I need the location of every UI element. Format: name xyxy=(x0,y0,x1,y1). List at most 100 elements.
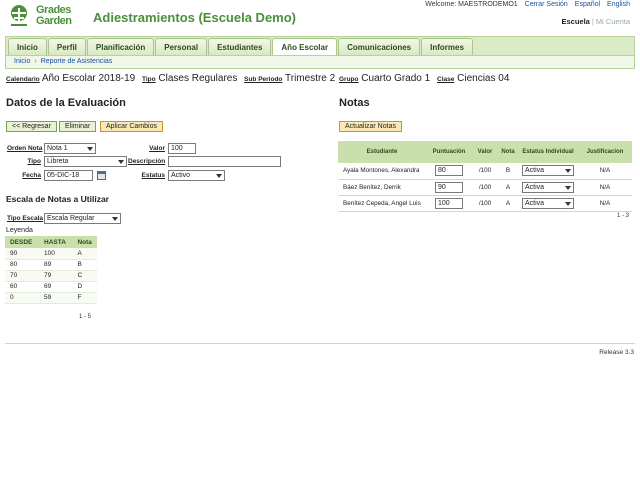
individual-status-select[interactable]: Activa xyxy=(522,197,574,209)
scale-from: 90 xyxy=(5,248,40,260)
scale-grade: D xyxy=(72,281,97,293)
scale-grade: C xyxy=(72,270,97,282)
my-account-link[interactable]: Mi Cuenta xyxy=(596,17,630,26)
table-row: Benítez Cepeda, Angel Luis 100 /100 A Ac… xyxy=(338,195,632,212)
breadcrumb-current[interactable]: Reporte de Asistencias xyxy=(41,58,113,65)
table-row: Ayala Montones, Alexandra 80 /100 B Acti… xyxy=(338,163,632,180)
tab-personal[interactable]: Personal xyxy=(155,38,208,56)
date-input[interactable]: 05-DIC-18 xyxy=(44,170,93,181)
student-grade: B xyxy=(498,163,518,180)
top-links: Welcome: MAESTRODEMO1 Cerrar Sesión Espa… xyxy=(420,1,630,8)
table-row: 0 59 F xyxy=(5,292,97,304)
value-input[interactable]: 100 xyxy=(168,143,196,154)
table-row: 80 89 B xyxy=(5,259,97,271)
value-label: Valor xyxy=(149,145,165,152)
student-grade: A xyxy=(498,179,518,196)
welcome-text: Welcome: MAESTRODEMO1 xyxy=(425,1,518,8)
school-view-link[interactable]: Escuela xyxy=(562,17,590,26)
update-grades-button[interactable]: Actualizar Notas xyxy=(339,121,402,132)
breadcrumb-arrow-icon: › xyxy=(34,58,37,65)
logo-text-garden: Garden xyxy=(36,15,72,27)
grade-scale-table: DESDE HASTA Nota 90 100 A 80 89 B 70 79 C 60 69… xyxy=(5,236,97,304)
scale-to: 69 xyxy=(39,281,73,293)
status-label: Estatus xyxy=(141,172,165,179)
tab-informes[interactable]: Informes xyxy=(421,38,473,56)
back-button[interactable]: << Regresar xyxy=(6,121,57,132)
individual-status-select[interactable]: Activa xyxy=(522,165,574,177)
justification: N/A xyxy=(578,195,632,212)
scale-to: 59 xyxy=(39,292,73,304)
scale-to: 79 xyxy=(39,270,73,282)
type-value: Clases Regulares xyxy=(158,73,238,84)
class-label: Clase xyxy=(437,76,455,83)
order-select[interactable]: Nota 1 xyxy=(44,143,96,154)
scale-title: Escala de Notas a Utilizar xyxy=(6,194,109,204)
notes-title: Notas xyxy=(339,97,370,109)
col-individual-status: Estatus Individual xyxy=(518,141,578,163)
description-input[interactable] xyxy=(168,156,281,167)
status-select[interactable]: Activo xyxy=(168,170,225,181)
evaluation-title: Datos de la Evaluación xyxy=(6,97,126,109)
release-label: Release 3.3 xyxy=(599,349,634,356)
type-select[interactable]: Libreta xyxy=(44,156,127,167)
scale-type-select[interactable]: Escala Regular xyxy=(44,213,121,224)
type-label: Tipo xyxy=(142,76,156,83)
individual-status-select[interactable]: Activa xyxy=(522,181,574,193)
student-name: Báez Benítez, Derrik xyxy=(338,179,426,196)
breadcrumb-home[interactable]: Inicio xyxy=(14,58,30,65)
justification: N/A xyxy=(578,163,632,180)
table-row: 70 79 C xyxy=(5,270,97,282)
type-field-label: Tipo xyxy=(27,158,41,165)
tab-planificacion[interactable]: Planificación xyxy=(86,38,155,56)
tree-logo-icon xyxy=(11,5,27,26)
group-value: Cuarto Grado 1 xyxy=(361,73,431,84)
calendar-icon[interactable] xyxy=(97,171,106,180)
student-grades-table: Estudiante Puntuación Valor Nota Estatus… xyxy=(338,141,632,212)
view-separator: | xyxy=(591,17,594,26)
footer-divider xyxy=(5,343,635,344)
col-student: Estudiante xyxy=(338,141,426,163)
col-value: Valor xyxy=(472,141,498,163)
calendar-value: Año Escolar 2018-19 xyxy=(41,73,136,84)
tab-ano-escolar[interactable]: Año Escolar xyxy=(272,38,338,56)
scale-col-grade: Nota xyxy=(72,236,97,248)
legend-label: Leyenda xyxy=(6,227,33,234)
student-name: Ayala Montones, Alexandra xyxy=(338,163,426,180)
score-input[interactable]: 80 xyxy=(435,165,463,177)
group-label: Grupo xyxy=(339,76,359,83)
scale-to: 100 xyxy=(39,248,73,260)
scale-col-to: HASTA xyxy=(39,236,73,248)
scale-from: 60 xyxy=(5,281,40,293)
table-row: 60 69 D xyxy=(5,281,97,293)
view-switch: Escuela | Mi Cuenta xyxy=(562,17,631,26)
justification: N/A xyxy=(578,179,632,196)
english-link[interactable]: English xyxy=(607,1,630,8)
group-context: Grupo Cuarto Grado 1 Clase Ciencias 04 xyxy=(339,73,513,84)
scale-from: 0 xyxy=(5,292,40,304)
spanish-link[interactable]: Español xyxy=(575,1,600,8)
scale-from: 80 xyxy=(5,259,40,271)
apply-changes-button[interactable]: Aplicar Cambios xyxy=(100,121,163,132)
tab-estudiantes[interactable]: Estudiantes xyxy=(208,38,272,56)
scale-grade: B xyxy=(72,259,97,271)
date-label: Fecha xyxy=(22,172,41,179)
subperiod-value: Trimestre 2 xyxy=(285,73,336,84)
logout-link[interactable]: Cerrar Sesión xyxy=(525,1,568,8)
tab-perfil[interactable]: Perfil xyxy=(47,38,86,56)
delete-button[interactable]: Eliminar xyxy=(59,121,97,132)
app-title: Adiestramientos (Escuela Demo) xyxy=(93,10,297,25)
tab-comunicaciones[interactable]: Comunicaciones xyxy=(338,38,421,56)
score-input[interactable]: 90 xyxy=(435,181,463,193)
student-name: Benítez Cepeda, Angel Luis xyxy=(338,195,426,212)
score-input[interactable]: 100 xyxy=(435,197,463,209)
calendar-context: Calendario Año Escolar 2018-19 Tipo Clas… xyxy=(6,73,339,84)
col-score: Puntuación xyxy=(426,141,472,163)
grades-garden-logo[interactable]: Grades Garden xyxy=(8,4,80,28)
scale-to: 89 xyxy=(39,259,73,271)
subperiod-label: Sub Periodo xyxy=(244,76,283,83)
scale-type-label: Tipo Escala xyxy=(7,215,44,222)
tab-inicio[interactable]: Inicio xyxy=(8,38,47,56)
scale-pager: 1 - 5 xyxy=(79,314,92,320)
grades-pager: 1 - 3 xyxy=(617,213,630,219)
calendar-label: Calendario xyxy=(6,76,40,83)
